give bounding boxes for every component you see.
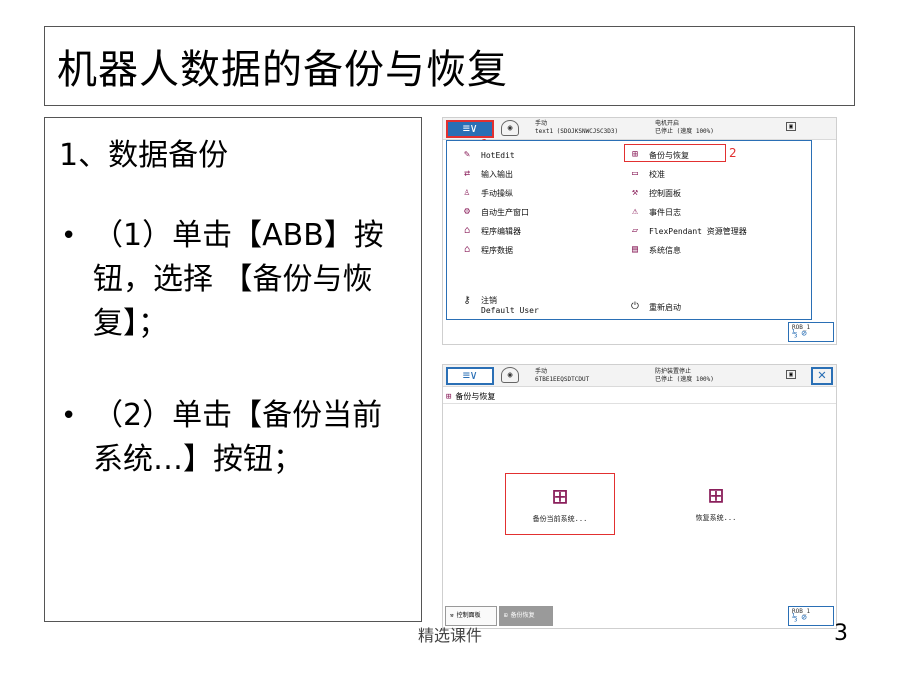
page-header: ⊞ 备份与恢复	[446, 391, 496, 402]
abb-main-menu: 2 ✎ HotEdit ⇄ 输入输出 ♙ 手动操纵 ⚙ 自动生产窗口 ⌂ 程序编辑器 ⌂ 程…	[446, 140, 812, 320]
backup-icon: ⊞	[631, 149, 639, 160]
status-bar: ≡∨ ◉ 手动 6TBE1EEQSDTCDUT 防护装置停止 已停止 (速度 1…	[443, 365, 836, 387]
power-icon: ⏻	[631, 301, 639, 312]
backup-current-system-button[interactable]: ⊞ 备份当前系统...	[505, 473, 615, 535]
status-mode: 手动 6TBE1EEQSDTCDUT	[535, 368, 590, 383]
control-panel-icon: ⚒	[631, 187, 639, 198]
robot-status-icon[interactable]: ◉	[501, 367, 519, 383]
menu-item-logout[interactable]: ⚷ 注销 Default User	[459, 295, 538, 315]
abb-menu-button[interactable]: ≡∨	[446, 367, 494, 385]
slide-title: 机器人数据的备份与恢复	[57, 47, 508, 93]
screenshot-abb-menu: ≡∨ ◉ 手动 text1 (SDOJKSNWCJSC3D3) 电机开启 已停止…	[442, 117, 837, 345]
restore-icon: ⊞	[708, 481, 724, 511]
header-divider	[443, 403, 836, 404]
bullet-dot-icon: •	[61, 401, 77, 431]
screenshot-backup-restore: ≡∨ ◉ 手动 6TBE1EEQSDTCDUT 防护装置停止 已停止 (速度 1…	[442, 364, 837, 629]
slide-title-box: 机器人数据的备份与恢复	[44, 26, 855, 106]
taskbar: ⚒ 控制面板 ⊞ 备份恢复	[443, 604, 836, 628]
robot-unit-icons: ⅓⊘	[792, 329, 811, 339]
menu-item-event-log[interactable]: ⚠ 事件日志	[627, 206, 681, 218]
menu-item-system-info[interactable]: ▤ 系统信息	[627, 244, 681, 256]
restore-system-button[interactable]: ⊞ 恢复系统...	[661, 473, 771, 535]
menu-item-auto-window[interactable]: ⚙ 自动生产窗口	[459, 206, 529, 218]
status-bar: ≡∨ ◉ 手动 text1 (SDOJKSNWCJSC3D3) 电机开启 已停止…	[443, 118, 836, 140]
menu-item-calibration[interactable]: ▭ 校准	[627, 168, 665, 180]
menu-item-backup-restore[interactable]: ⊞ 备份与恢复	[627, 149, 689, 161]
explorer-icon: ▱	[631, 225, 639, 236]
slide-text-box: 1、数据备份 • （1）单击【ABB】按钮，选择 【备份与恢复】； • （2）单…	[44, 117, 422, 622]
footer-text: 精选课件	[418, 626, 483, 645]
calibration-icon: ▭	[631, 168, 639, 179]
backup-icon: ⊞	[552, 482, 568, 512]
bullet-item: • （2）单击【备份当前系统…】按钮；	[55, 394, 411, 482]
backup-icon: ⊞	[504, 612, 508, 619]
page-number: 3	[834, 621, 848, 646]
abb-menu-button[interactable]: ≡∨	[446, 120, 494, 138]
io-icon: ⇄	[463, 168, 471, 179]
menu-item-restart[interactable]: ⏻ 重新启动	[627, 301, 681, 313]
status-mode: 手动 text1 (SDOJKSNWCJSC3D3)	[535, 120, 619, 135]
event-log-icon: ⚠	[631, 206, 639, 217]
menu-item-control-panel[interactable]: ⚒ 控制面板	[627, 187, 681, 199]
menu-item-hotedit[interactable]: ✎ HotEdit	[459, 149, 515, 161]
bullet-item: • （1）单击【ABB】按钮，选择 【备份与恢复】；	[55, 214, 411, 346]
key-icon: ⚷	[463, 295, 471, 306]
hotedit-icon: ✎	[463, 149, 471, 160]
program-data-icon: ⌂	[463, 244, 471, 255]
program-editor-icon: ⌂	[463, 225, 471, 236]
robot-unit-indicator[interactable]: ROB_1 ⅓⊘	[788, 322, 834, 342]
quickset-icon[interactable]: ▣	[786, 370, 796, 379]
status-motor: 电机开启 已停止 (速度 100%)	[655, 120, 714, 135]
robot-unit-icons: ⅓⊘	[792, 613, 811, 623]
menu-item-io[interactable]: ⇄ 输入输出	[459, 168, 513, 180]
marker-2: 2	[729, 146, 737, 160]
close-button[interactable]: ✕	[811, 367, 833, 385]
menu-item-explorer[interactable]: ▱ FlexPendant 资源管理器	[627, 225, 747, 237]
bullet-text: （2）单击【备份当前系统…】按钮；	[93, 398, 383, 477]
menu-item-program-data[interactable]: ⌂ 程序数据	[459, 244, 513, 256]
jog-icon: ♙	[463, 187, 471, 198]
section-heading: 1、数据备份	[59, 138, 229, 173]
robot-unit-indicator[interactable]: ROB_1 ⅓⊘	[788, 606, 834, 626]
backup-icon: ⊞	[446, 391, 452, 402]
auto-window-icon: ⚙	[463, 206, 471, 217]
menu-item-jog[interactable]: ♙ 手动操纵	[459, 187, 513, 199]
status-guard: 防护装置停止 已停止 (速度 100%)	[655, 368, 714, 383]
quickset-icon[interactable]: ▣	[786, 122, 796, 131]
menu-item-program-editor[interactable]: ⌂ 程序编辑器	[459, 225, 521, 237]
robot-status-icon[interactable]: ◉	[501, 120, 519, 136]
bullet-text: （1）单击【ABB】按钮，选择 【备份与恢复】；	[93, 218, 384, 341]
system-info-icon: ▤	[631, 244, 639, 255]
bullet-dot-icon: •	[61, 221, 77, 251]
task-backup-restore[interactable]: ⊞ 备份恢复	[499, 606, 553, 626]
